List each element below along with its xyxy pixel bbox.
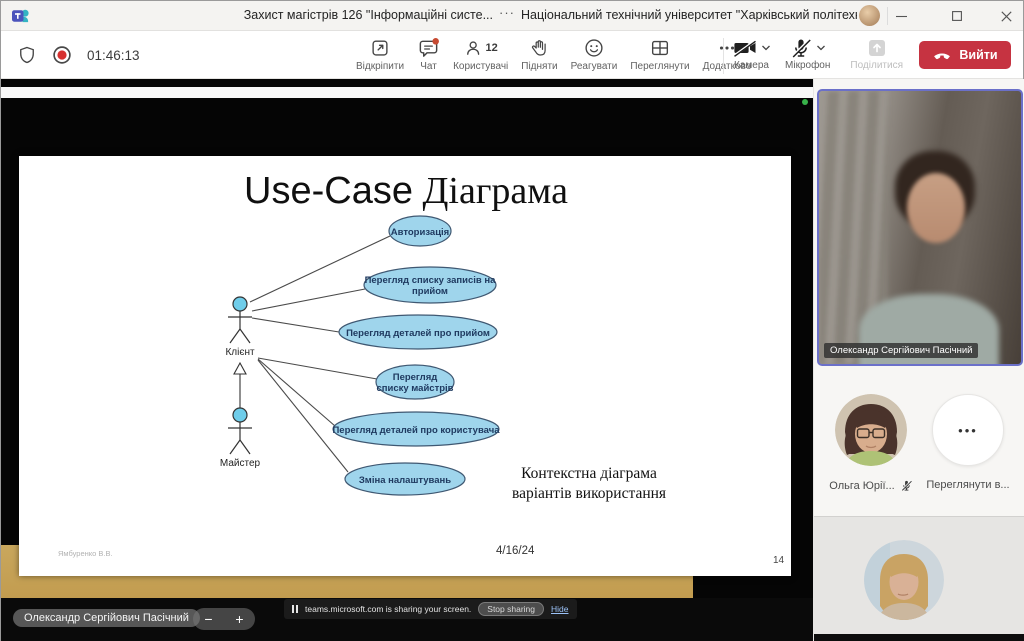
slide-page-number: 14 <box>773 555 785 566</box>
react-smiley-icon <box>583 37 605 59</box>
microphone-off-icon <box>789 36 813 60</box>
participant-overflow-tile[interactable]: ••• Переглянути в... <box>924 394 1012 491</box>
raise-hand-button[interactable]: Підняти <box>518 34 560 74</box>
presentation-slide: Use-Case Діаграма Авторизація <box>19 156 791 576</box>
unpin-button[interactable]: Відкріпити <box>353 34 407 74</box>
meeting-timer: 01:46:13 <box>87 48 140 63</box>
main-area: Use-Case Діаграма Авторизація <box>1 79 1024 641</box>
security-shield-icon[interactable] <box>17 44 37 66</box>
slide-title: Use-Case Діаграма <box>244 170 568 212</box>
sidebar-bottom-strip <box>814 634 1024 641</box>
actor-master <box>228 408 252 454</box>
teams-meeting-window: Захист магістрів 126 "Інформаційні систе… <box>0 0 1024 641</box>
camera-off-icon <box>732 36 758 60</box>
pause-icon[interactable] <box>292 605 298 613</box>
zoom-in-button[interactable]: + <box>235 612 243 626</box>
hide-link[interactable]: Hide <box>551 604 568 614</box>
stop-sharing-button[interactable]: Stop sharing <box>478 602 544 616</box>
participant-olga-tile[interactable]: Ольга Юрії... <box>827 394 915 492</box>
active-speaker-video-tile[interactable]: Олександр Сергійович Пасічний <box>817 89 1023 366</box>
usecase-authorization: Авторизація <box>391 227 449 238</box>
chat-button[interactable]: Чат <box>414 34 443 74</box>
view-grid-icon <box>649 37 671 59</box>
camera-button[interactable]: Камера <box>730 34 773 73</box>
microphone-chevron-icon[interactable] <box>816 44 826 52</box>
participant-olga-avatar <box>835 394 907 466</box>
usecase-masters-list-line2: списку майстрів <box>376 383 453 394</box>
shared-window-top-strip <box>1 87 813 98</box>
toolbar-divider <box>723 38 724 74</box>
chat-icon <box>417 37 440 60</box>
participant-overflow-label: Переглянути в... <box>926 479 1009 491</box>
toolbar-center-buttons: Відкріпити Чат 12 Користувачі Підняти Ре… <box>353 34 754 74</box>
usecase-view-appointments-line2: прийом <box>412 286 448 297</box>
presenter-name-pill: Олександр Сергійович Пасічний <box>13 609 200 627</box>
zoom-out-button[interactable]: − <box>204 612 212 626</box>
participants-sidebar: Олександр Сергійович Пасічний <box>813 79 1024 641</box>
titlebar-overflow-button[interactable]: ··· <box>499 5 515 20</box>
minimize-button[interactable] <box>886 3 916 29</box>
usecase-change-settings: Зміна налаштувань <box>359 475 451 486</box>
usecase-appointment-details: Перегляд деталей про прийом <box>346 328 490 339</box>
usecase-masters-list-line1: Перегляд <box>393 372 438 383</box>
participants-icon <box>464 37 484 59</box>
speaker-face <box>907 173 965 243</box>
teams-logo-icon <box>11 6 31 26</box>
sharing-notification-bar: teams.microsoft.com is sharing your scre… <box>284 599 577 619</box>
raise-hand-icon <box>529 37 550 59</box>
slide-caption-line2: варіантів використання <box>512 485 666 502</box>
account-avatar[interactable] <box>859 5 880 26</box>
share-screen-icon <box>865 36 889 60</box>
react-button[interactable]: Реагувати <box>568 34 621 74</box>
overflow-avatar-circle: ••• <box>932 394 1004 466</box>
maximize-button[interactable] <box>942 3 972 29</box>
slide-zoom-controls: − + <box>193 608 255 630</box>
overflow-ellipsis-icon: ••• <box>958 423 978 438</box>
participants-count-badge: 12 <box>486 42 498 54</box>
close-button[interactable] <box>991 3 1021 29</box>
shared-screen-stage[interactable]: Use-Case Діаграма Авторизація <box>1 79 813 641</box>
leave-button[interactable]: Вийти <box>919 41 1011 69</box>
participants-button[interactable]: 12 Користувачі <box>450 34 511 74</box>
presence-green-dot <box>802 99 808 105</box>
usecase-view-appointments-line1: Перегляд списку записів на <box>365 275 497 286</box>
usecase-user-details: Перегляд деталей про користувача <box>332 425 500 436</box>
participant-bottom-avatar <box>864 540 944 620</box>
actor-client <box>228 297 252 343</box>
speaker-name-label: Олександр Сергійович Пасічний <box>824 343 978 358</box>
unpin-icon <box>369 37 391 59</box>
toolbar-device-buttons: Камера Мікрофон Поділитися Вийти <box>723 34 1023 74</box>
actor-master-label: Майстер <box>220 458 261 469</box>
generalization-arrow <box>234 363 246 408</box>
actor-client-label: Клієнт <box>225 347 255 358</box>
microphone-button[interactable]: Мікрофон <box>783 34 832 73</box>
camera-chevron-icon[interactable] <box>761 44 771 52</box>
slide-author: Ямбуренко В.В. <box>58 549 113 558</box>
participant-olga-name: Ольга Юрії... <box>829 480 894 492</box>
participant-olga-mic-off-icon <box>900 479 913 492</box>
hangup-phone-icon <box>932 49 952 61</box>
slide-date: 4/16/24 <box>496 545 535 557</box>
recording-indicator-icon[interactable] <box>51 44 73 66</box>
use-case-ovals: Авторизація Перегляд списку записів на п… <box>332 216 500 495</box>
participant-bottom-tile[interactable] <box>814 516 1024 634</box>
share-screen-button: Поділитися <box>848 34 905 73</box>
use-case-diagram: Use-Case Діаграма Авторизація <box>19 156 791 576</box>
slide-caption-line1: Контекстна діаграма <box>521 465 657 482</box>
view-button[interactable]: Переглянути <box>627 34 692 74</box>
titlebar: Захист магістрів 126 "Інформаційні систе… <box>1 1 1023 31</box>
organization-title: Національний технічний університет "Харк… <box>521 8 857 22</box>
sharing-message: teams.microsoft.com is sharing your scre… <box>305 604 471 614</box>
meeting-title: Захист магістрів 126 "Інформаційні систе… <box>211 8 493 22</box>
meeting-toolbar: 01:46:13 Відкріпити Чат 12 Користувачі П… <box>1 31 1023 79</box>
